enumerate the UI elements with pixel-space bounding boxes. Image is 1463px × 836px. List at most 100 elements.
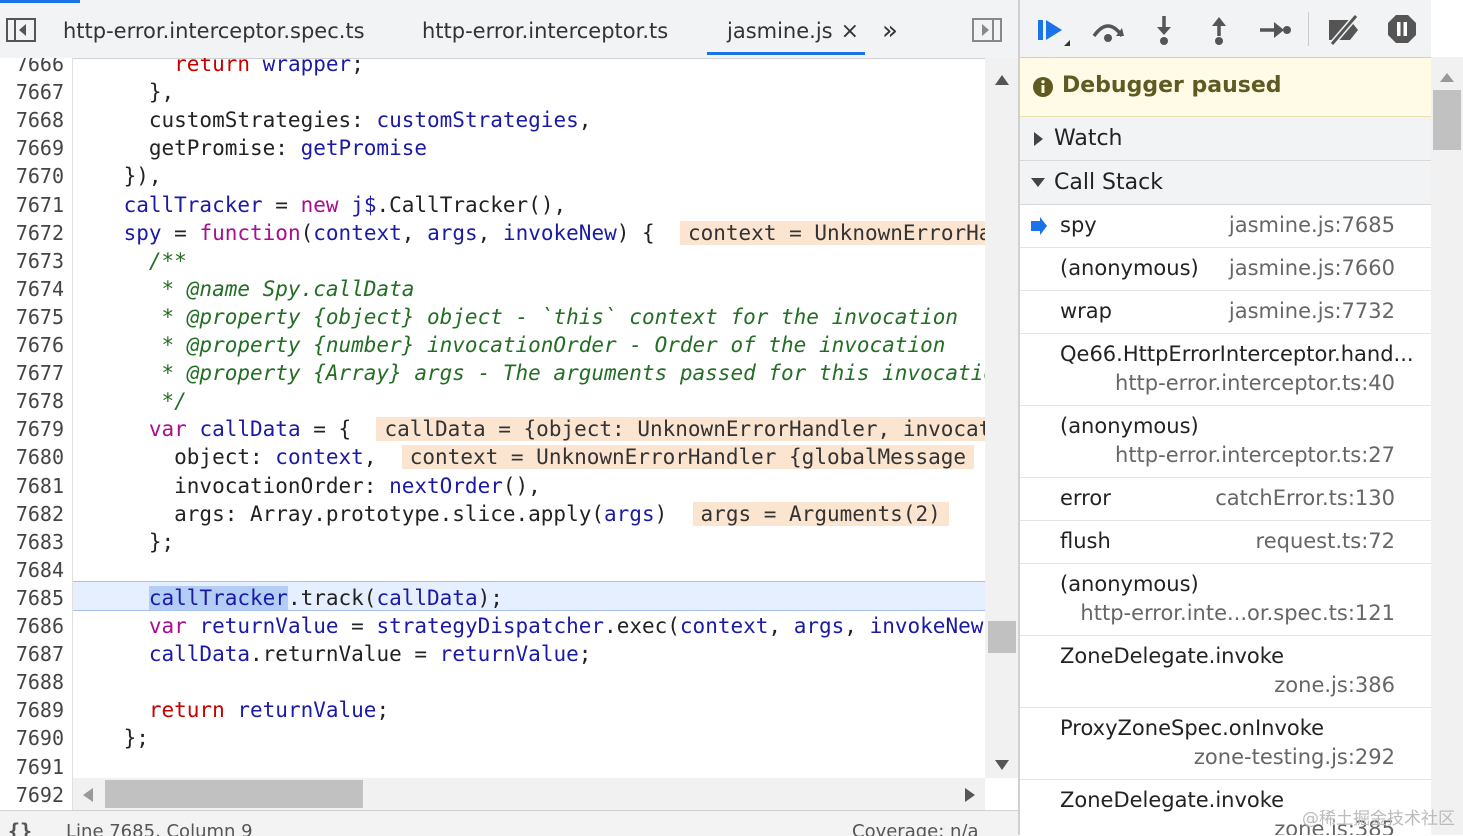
call-frame[interactable]: (anonymous) http-error.inte...or.spec.ts:… (1020, 564, 1431, 636)
call-frame-name: ZoneDelegate.invoke (1060, 788, 1285, 812)
line-number[interactable]: 7670 (0, 164, 64, 188)
watermark: @稀土掘金技术社区 (1302, 809, 1455, 829)
line-number[interactable]: 7690 (0, 726, 64, 750)
toggle-debugger-icon[interactable] (972, 18, 1002, 46)
line-number[interactable]: 7666 (0, 58, 64, 76)
sidebar-scroll-up-icon[interactable] (1440, 67, 1454, 86)
line-number[interactable]: 7686 (0, 614, 64, 638)
scroll-up-icon[interactable] (995, 70, 1009, 89)
line-number[interactable]: 7677 (0, 361, 64, 385)
code-line: return returnValue; (148, 698, 390, 723)
call-frame[interactable]: Qe66.HttpErrorInterceptor.hand... http-er… (1020, 334, 1431, 406)
vertical-scroll-thumb[interactable] (988, 621, 1016, 653)
line-number[interactable]: 7683 (0, 530, 64, 554)
call-frame-name: (anonymous) (1060, 572, 1199, 596)
pause-on-exceptions-icon[interactable] (1387, 14, 1417, 48)
call-frame-location: http-error.interceptor.ts:27 (1115, 443, 1395, 467)
line-number[interactable]: 7681 (0, 474, 64, 498)
code-line: * @name Spy.callData (73, 276, 415, 301)
current-frame-arrow-icon (1030, 217, 1048, 239)
toolbar-separator (1308, 12, 1309, 46)
call-frame-name: wrap (1060, 299, 1113, 323)
resume-icon[interactable] (1036, 16, 1070, 54)
call-frame-location: jasmine.js:7685 (1228, 213, 1395, 237)
tab-http-error-interceptor[interactable]: http-error.interceptor.ts (422, 0, 668, 58)
code-line: spy = function(context, args, invokeNew)… (73, 219, 985, 247)
call-frame-location: catchError.ts:130 (1215, 486, 1395, 510)
call-frame[interactable]: flush request.ts:72 (1020, 521, 1431, 564)
sidebar-scrollbar[interactable] (1431, 57, 1463, 835)
line-number[interactable]: 7675 (0, 305, 64, 329)
sidebar-scroll-thumb[interactable] (1433, 90, 1461, 150)
call-frame-name: error (1060, 486, 1111, 510)
call-frame[interactable]: (anonymous) http-error.interceptor.ts:27 (1020, 406, 1431, 478)
editor-horizontal-scrollbar[interactable] (73, 778, 985, 810)
step-out-icon[interactable] (1207, 14, 1231, 50)
pretty-print-icon[interactable]: {} (8, 819, 32, 836)
code-line: * @property {Array} args - The arguments… (73, 361, 986, 386)
line-number[interactable]: 7676 (0, 333, 64, 357)
call-frame-location: request.ts:72 (1255, 529, 1395, 553)
debugger-paused-banner: Debugger paused (1020, 58, 1431, 117)
tab-http-error-interceptor-spec[interactable]: http-error.interceptor.spec.ts (63, 0, 365, 58)
code-line: var callData = { callData = {object: Unk… (73, 415, 985, 443)
call-frame[interactable]: ProxyZoneSpec.onInvoke zone-testing.js:29… (1020, 708, 1431, 780)
line-number[interactable]: 7678 (0, 389, 64, 413)
call-frame-name: Qe66.HttpErrorInterceptor.hand... (1060, 342, 1414, 366)
line-number[interactable]: 7673 (0, 249, 64, 273)
tab-label: jasmine.js (727, 19, 833, 43)
scroll-down-icon[interactable] (995, 755, 1009, 774)
call-frame-location: zone.js:386 (1274, 673, 1395, 697)
horizontal-scroll-thumb[interactable] (105, 780, 363, 808)
call-frame-name: spy (1060, 213, 1097, 237)
line-number[interactable]: 7679 (0, 417, 64, 441)
code-line: customStrategies: customStrategies, (73, 108, 592, 133)
line-number[interactable]: 7684 (0, 558, 64, 582)
step-into-icon[interactable] (1152, 14, 1176, 50)
line-number[interactable]: 7667 (0, 80, 64, 104)
line-number[interactable]: 7680 (0, 445, 64, 469)
line-number[interactable]: 7692 (0, 783, 64, 807)
call-frame[interactable]: ZoneDelegate.invoke zone.js:386 (1020, 636, 1431, 708)
toggle-navigator-icon[interactable] (6, 18, 36, 46)
code-line: var returnValue = strategyDispatcher.exe… (148, 614, 985, 638)
line-number[interactable]: 7671 (0, 193, 64, 217)
line-number[interactable]: 7669 (0, 136, 64, 160)
line-number[interactable]: 7682 (0, 502, 64, 526)
watch-section-header[interactable]: Watch (1020, 117, 1431, 161)
code-line: callTracker.track(callData); (148, 585, 503, 610)
more-tabs-icon[interactable]: » (882, 0, 898, 58)
line-number[interactable]: 7685 (0, 586, 64, 610)
close-tab-icon[interactable]: × (841, 19, 859, 44)
line-number[interactable]: 7674 (0, 277, 64, 301)
step-over-icon[interactable] (1090, 16, 1126, 48)
line-number[interactable]: 7691 (0, 755, 64, 779)
code-editor[interactable]: return wrapper; }, customStrategies: cus… (73, 58, 985, 778)
deactivate-breakpoints-icon[interactable] (1326, 14, 1364, 50)
debugger-sidebar: Debugger paused Watch Call Stack spy jasm… (1020, 0, 1431, 835)
call-frame[interactable]: wrap jasmine.js:7732 (1020, 291, 1431, 334)
call-stack-section-header[interactable]: Call Stack (1020, 161, 1431, 205)
line-number[interactable]: 7689 (0, 698, 64, 722)
line-number[interactable]: 7687 (0, 642, 64, 666)
tab-jasmine[interactable]: jasmine.js × (707, 0, 865, 55)
call-frame[interactable]: spy jasmine.js:7685 (1020, 205, 1431, 248)
line-number[interactable]: 7688 (0, 670, 64, 694)
scroll-left-icon[interactable] (83, 787, 93, 806)
line-number[interactable]: 7668 (0, 108, 64, 132)
call-frame[interactable]: error catchError.ts:130 (1020, 478, 1431, 521)
cursor-position: Line 7685, Column 9 (66, 821, 253, 836)
scroll-right-icon[interactable] (965, 787, 975, 806)
line-number-gutter[interactable]: 7666 7667 7668 7669 7670 7671 7672 7673 7674 7675… (0, 58, 73, 810)
tab-label: http-error.interceptor.ts (422, 19, 669, 43)
code-line: }), (73, 164, 162, 189)
call-frame-name: ZoneDelegate.invoke (1060, 644, 1285, 668)
call-frame[interactable]: (anonymous) jasmine.js:7660 (1020, 248, 1431, 291)
line-number[interactable]: 7672 (0, 221, 64, 245)
step-icon[interactable] (1258, 18, 1292, 46)
code-line: */ (73, 389, 187, 414)
editor-vertical-scrollbar[interactable] (985, 58, 1018, 778)
call-frame-location: jasmine.js:7660 (1228, 256, 1395, 280)
code-line: callTracker = new j$.CallTracker(), (123, 192, 567, 217)
coverage-status: Coverage: n/a (852, 821, 979, 836)
